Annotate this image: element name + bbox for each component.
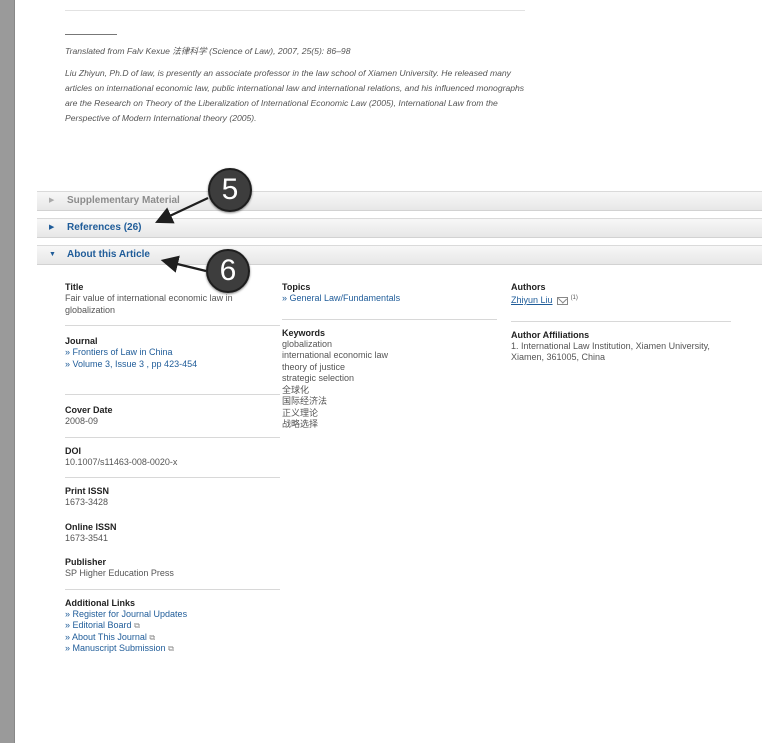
cover-date-label: Cover Date xyxy=(65,405,113,415)
section-references-label: References (26) xyxy=(67,222,142,233)
doi-group: DOI 10.1007/s11463-008-0020-x xyxy=(65,445,280,478)
publisher-label: Publisher xyxy=(65,557,107,567)
link-text: » About This Journal xyxy=(65,631,147,642)
authors-label: Authors xyxy=(511,282,546,292)
additional-links-group: Additional Links » Register for Journal … xyxy=(65,598,280,664)
article-details-column: Title Fair value of international econom… xyxy=(65,282,280,664)
topic-link[interactable]: » General Law/Fundamentals xyxy=(282,293,497,305)
about-this-journal-link[interactable]: » About This Journal ⧉ xyxy=(65,632,280,644)
keyword: 战略选择 xyxy=(282,419,319,429)
print-issn-value: 1673-3428 xyxy=(65,497,109,507)
journal-link[interactable]: » Frontiers of Law in China xyxy=(65,347,280,359)
keyword: 正义理论 xyxy=(282,407,319,418)
additional-links-label: Additional Links xyxy=(65,597,136,608)
print-issn-label: Print ISSN xyxy=(65,486,110,496)
topics-group: Topics » General Law/Fundamentals xyxy=(282,282,497,320)
journal-group: Journal » Frontiers of Law in China » Vo… xyxy=(65,334,280,395)
keyword: globalization xyxy=(282,338,333,349)
register-journal-updates-link[interactable]: » Register for Journal Updates xyxy=(65,609,280,621)
author-bio-note: Liu Zhiyun, Ph.D of law, is presently an… xyxy=(65,68,525,123)
keyword: theory of justice xyxy=(282,361,346,372)
external-link-icon: ⧉ xyxy=(168,644,174,653)
cover-date-group: Cover Date 2008-09 xyxy=(65,403,280,438)
volume-issue-link[interactable]: » Volume 3, Issue 3 , pp 423-454 xyxy=(65,359,280,371)
section-about-label: About this Article xyxy=(67,249,150,260)
keyword: 全球化 xyxy=(282,384,310,395)
editorial-board-link[interactable]: » Editorial Board ⧉ xyxy=(65,620,280,632)
keyword: strategic selection xyxy=(282,373,355,383)
footnote-rule xyxy=(65,34,117,35)
title-label: Title xyxy=(65,282,84,292)
external-link-icon: ⧉ xyxy=(134,621,140,630)
callout-5: 5 xyxy=(208,168,252,212)
keywords-label: Keywords xyxy=(282,327,326,338)
mail-icon[interactable] xyxy=(557,296,569,305)
publisher-value: SP Higher Education Press xyxy=(65,568,174,578)
cover-date-value: 2008-09 xyxy=(65,416,99,426)
external-link-icon: ⧉ xyxy=(149,632,156,642)
affiliations-label: Author Affiliations xyxy=(511,329,590,340)
online-issn-label: Online ISSN xyxy=(65,521,117,532)
translation-note: Translated from Falv Kexue 法律科学 (Science… xyxy=(65,46,351,56)
section-about-this-article[interactable]: ▼ About this Article xyxy=(37,245,762,265)
divider xyxy=(65,10,525,11)
title-value: Fair value of international economic law… xyxy=(65,293,233,315)
topics-label: Topics xyxy=(282,282,311,292)
section-references[interactable]: ▶ References (26) xyxy=(37,218,762,238)
keyword: international economic law xyxy=(282,350,389,360)
author-affiliation-ref: (1) xyxy=(570,295,578,301)
doi-label: DOI xyxy=(65,445,82,456)
triangle-right-icon: ▶ xyxy=(49,197,55,204)
author-link[interactable]: Zhiyun Liu xyxy=(511,295,553,305)
affiliations-group: Author Affiliations 1. International Law… xyxy=(511,330,731,373)
online-issn-value: 1673-3541 xyxy=(65,532,109,543)
publisher-group: Publisher SP Higher Education Press xyxy=(65,553,280,590)
triangle-down-icon: ▼ xyxy=(49,251,56,258)
keyword: 国际经济法 xyxy=(282,396,328,406)
doi-value: 10.1007/s11463-008-0020-x xyxy=(65,456,178,467)
print-issn-group: Print ISSN 1673-3428 xyxy=(65,486,280,518)
manuscript-submission-link[interactable]: » Manuscript Submission ⧉ xyxy=(65,643,280,655)
link-text: » Editorial Board xyxy=(65,620,132,630)
authors-group: Authors Zhiyun Liu (1) xyxy=(511,282,731,322)
journal-label: Journal xyxy=(65,336,98,346)
article-page: Translated from Falv Kexue 法律科学 (Science… xyxy=(14,0,762,743)
topics-keywords-column: Topics » General Law/Fundamentals Keywor… xyxy=(282,282,497,440)
section-supplementary-label: Supplementary Material xyxy=(67,195,180,206)
title-group: Title Fair value of international econom… xyxy=(65,282,280,326)
triangle-right-icon: ▶ xyxy=(49,224,55,231)
online-issn-group: Online ISSN 1673-3541 xyxy=(65,518,280,554)
keywords-group: Keywords globalization international eco… xyxy=(282,328,497,440)
section-supplementary-material[interactable]: ▶ Supplementary Material xyxy=(37,191,762,211)
authors-column: Authors Zhiyun Liu (1) Author Affiliatio… xyxy=(511,282,731,373)
link-text: » Manuscript Submission xyxy=(65,643,166,653)
affiliation-value: 1. International Law Institution, Xiamen… xyxy=(511,340,710,363)
link-text: » Register for Journal Updates xyxy=(65,608,188,619)
